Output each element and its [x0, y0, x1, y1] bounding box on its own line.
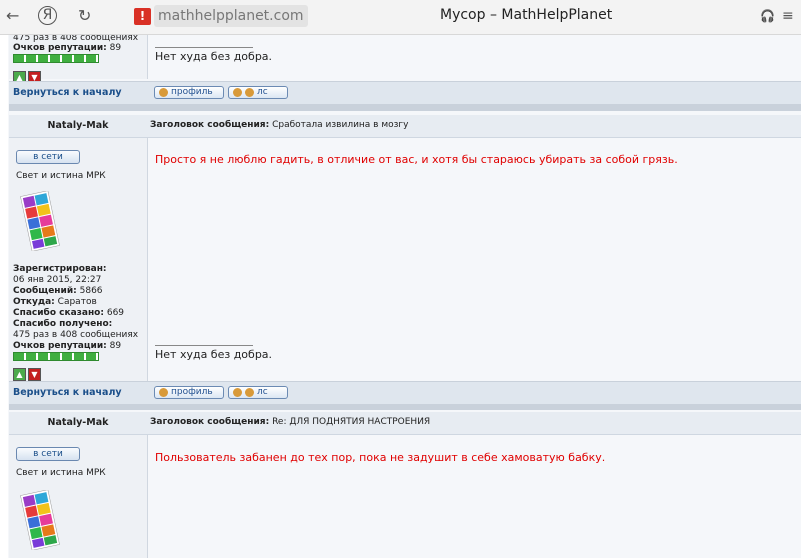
post1-votes: ▲ ▼ [13, 362, 43, 381]
users-icon-2 [245, 88, 254, 97]
headphones-icon[interactable]: 🎧 [760, 6, 775, 26]
post0-rep-bar [13, 54, 99, 63]
url-text: mathhelpplanet.com [154, 5, 308, 27]
post-separator-2 [9, 404, 801, 410]
post1-rank: Свет и истина МРК [16, 171, 106, 181]
post0-signature: Нет худа без добра. [155, 50, 273, 63]
post2-online-badge: в сети [16, 447, 80, 461]
profile-button[interactable]: профиль [154, 86, 224, 99]
user-icon [159, 88, 168, 97]
pm-button[interactable]: лс [228, 386, 288, 399]
post2-text: Пользователь забанен до тех пор, пока не… [155, 451, 606, 464]
post1-footer: Вернуться к началу профиль лс [9, 381, 801, 405]
post1-thanks-said: Спасибо сказано: 669 [13, 308, 125, 318]
post2-header: Nataly-Mak Заголовок сообщения: Re: ДЛЯ … [9, 412, 801, 435]
post2-avatar[interactable] [20, 490, 60, 550]
post1-avatar[interactable] [20, 191, 60, 251]
post1-signature: Нет худа без добра. [155, 348, 273, 361]
post1-reputation: Очков репутации: 89 [13, 341, 122, 351]
post1-author[interactable]: Nataly-Mak [9, 120, 147, 131]
post1-thanks-received-label: Спасибо получено: [13, 319, 113, 329]
post1-text: Просто я не люблю гадить, в отличие от в… [155, 153, 678, 166]
post1-registered: 06 янв 2015, 22:27 [13, 275, 102, 285]
post1-header: Nataly-Mak Заголовок сообщения: Сработал… [9, 115, 801, 138]
back-arrow-icon[interactable]: ← [6, 6, 19, 26]
forum-content: 475 раз в 408 сообщениях Очков репутации… [0, 35, 801, 558]
users-icon [233, 388, 242, 397]
post2-author[interactable]: Nataly-Mak [9, 417, 147, 428]
reload-icon[interactable]: ↻ [78, 6, 91, 26]
back-to-top-link[interactable]: Вернуться к началу [13, 87, 122, 98]
post1-registered-label: Зарегистрирован: [13, 264, 107, 274]
post1-posts: Сообщений: 5866 [13, 286, 103, 296]
menu-icon[interactable]: ≡ [782, 6, 794, 26]
page-title: Мусор – MathHelpPlanet [440, 7, 613, 23]
post2-rank: Свет и истина МРК [16, 468, 106, 478]
user-icon [159, 388, 168, 397]
address-bar[interactable]: ! mathhelpplanet.com [134, 5, 308, 27]
post1-sig-line [155, 345, 253, 346]
post1-online-badge: в сети [16, 150, 80, 164]
warning-icon: ! [134, 7, 151, 25]
post2-subject: Заголовок сообщения: Re: ДЛЯ ПОДНЯТИЯ НА… [150, 417, 431, 427]
pm-button[interactable]: лс [228, 86, 288, 99]
thumbs-up-icon[interactable]: ▲ [13, 368, 26, 381]
thumbs-down-icon[interactable]: ▼ [28, 368, 41, 381]
users-icon [233, 88, 242, 97]
post-separator-1 [9, 105, 801, 111]
post1-thanks-received: 475 раз в 408 сообщениях [13, 330, 139, 340]
profile-button[interactable]: профиль [154, 386, 224, 399]
post0-footer: Вернуться к началу профиль лс [9, 81, 801, 105]
browser-toolbar: ← Я ↻ ! mathhelpplanet.com Мусор – MathH… [0, 0, 801, 35]
post1-subject: Заголовок сообщения: Сработала извилина … [150, 120, 409, 130]
users-icon-2 [245, 388, 254, 397]
yandex-icon[interactable]: Я [38, 6, 57, 25]
post1-rep-bar [13, 352, 99, 361]
post1-from: Откуда: Саратов [13, 297, 97, 307]
back-to-top-link[interactable]: Вернуться к началу [13, 387, 122, 398]
post0-sig-line [155, 47, 253, 48]
post0-reputation: Очков репутации: 89 [13, 43, 122, 53]
